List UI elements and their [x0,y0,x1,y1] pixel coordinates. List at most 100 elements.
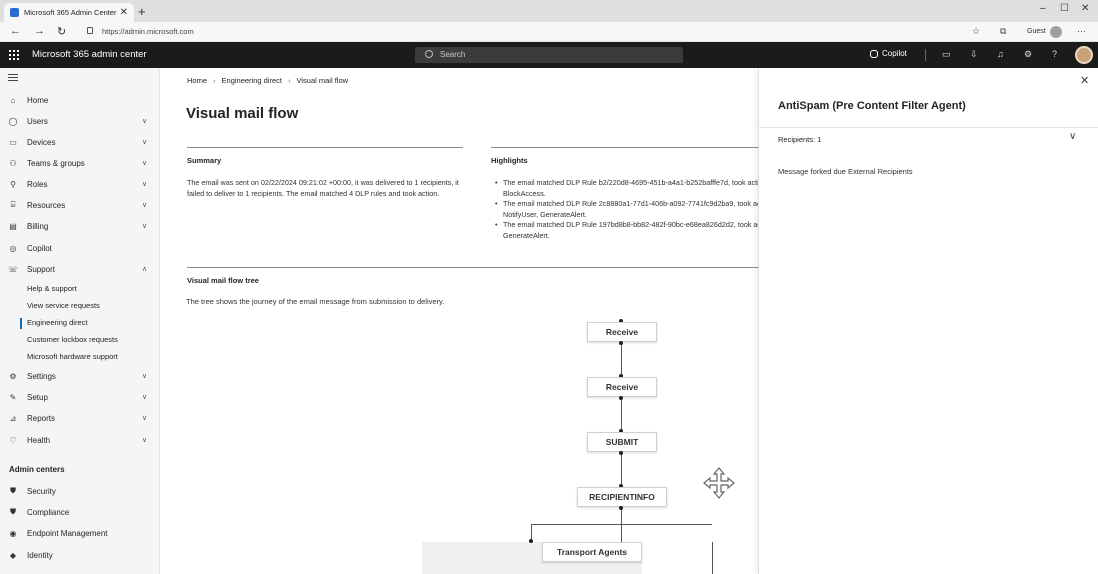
user-avatar[interactable] [1075,46,1093,64]
nav-subitem-customer-lockbox[interactable]: Customer lockbox requests [27,335,118,344]
copilot-icon [870,49,878,58]
notifications-icon[interactable]: ♫ [997,49,1004,59]
left-nav: ⌂ Home ◯ Users ∨ ▭ Devices ∨ ⚇ Teams & g… [0,68,160,574]
nav-subitem-help-support[interactable]: Help & support [27,284,77,293]
url-field[interactable]: https://admin.microsoft.com [102,27,194,36]
maximize-icon[interactable]: ☐ [1060,3,1069,14]
nav-label: Copilot [27,243,52,253]
new-tab-button[interactable]: + [138,4,146,19]
browser-tab-bar: Microsoft 365 Admin Center ✕ + – ☐ ✕ [0,0,1098,22]
chevron-down-icon: ∨ [142,202,148,209]
nav-item-reports[interactable]: ⊿ Reports ∨ [0,409,159,427]
app-title[interactable]: Microsoft 365 admin center [32,49,147,60]
tree-dot [619,451,623,455]
favorites-icon[interactable]: ☆ [972,26,980,37]
home-icon: ⌂ [10,95,16,105]
nav-item-devices[interactable]: ▭ Devices ∨ [0,133,159,151]
breadcrumb-home[interactable]: Home [187,76,207,85]
profile-avatar[interactable] [1050,26,1062,38]
refresh-icon[interactable]: ↻ [57,25,66,38]
nav-item-health[interactable]: ♡ Health ∨ [0,431,159,449]
chevron-down-icon: ∨ [142,373,148,380]
nav-item-setup[interactable]: ✎ Setup ∨ [0,388,159,406]
tree-dot [619,396,623,400]
lock-icon [87,27,93,34]
nav-label: Roles [27,179,48,189]
details-panel: ✕ AntiSpam (Pre Content Filter Agent) Re… [758,68,1098,574]
summary-text: The email was sent on 02/22/2024 09:21:0… [187,178,459,198]
nav-item-home[interactable]: ⌂ Home [0,91,159,109]
chevron-right-icon: › [287,76,291,85]
setup-icon: ✎ [9,392,17,402]
nav-label: Reports [27,413,56,423]
compliance-icon: ⛊ [10,507,16,516]
breadcrumb: Home › Engineering direct › Visual mail … [187,76,348,85]
collapse-nav-icon[interactable] [8,74,18,83]
copilot-button[interactable]: Copilot [870,49,907,58]
profile-label[interactable]: Guest [1027,28,1046,35]
teams-icon: ⚇ [9,158,17,168]
summary-heading: Summary [187,156,222,165]
nav-item-identity[interactable]: ◆ Identity [0,546,159,564]
nav-label: Settings [27,371,56,381]
nav-item-billing[interactable]: ▤ Billing ∨ [0,217,159,235]
nav-item-settings[interactable]: ⚙ Settings ∨ [0,367,159,385]
browser-tab[interactable]: Microsoft 365 Admin Center ✕ [4,3,134,22]
collections-icon[interactable]: ⧉ [1000,26,1006,37]
app-header: Microsoft 365 admin center Search Copilo… [0,42,1098,68]
nav-item-endpoint-management[interactable]: ◉ Endpoint Management [0,524,159,542]
nav-item-users[interactable]: ◯ Users ∨ [0,112,159,130]
tree-dot [619,341,623,345]
window-close-icon[interactable]: ✕ [1081,3,1089,14]
nav-item-support[interactable]: ☏ Support ∧ [0,260,159,278]
search-placeholder: Search [440,50,466,59]
nav-label: Billing [27,221,49,231]
tree-node-transport-agents[interactable]: Transport Agents [542,542,642,562]
tree-node-submit[interactable]: SUBMIT [587,432,657,452]
nav-item-copilot[interactable]: ◎ Copilot [0,239,159,257]
recipients-accordion[interactable]: Recipients: 1 [778,135,821,144]
nav-item-resources[interactable]: ⌸ Resources ∨ [0,196,159,214]
back-icon[interactable]: ← [10,25,21,37]
nav-subitem-engineering-direct[interactable]: Engineering direct [27,318,87,327]
tree-node-receive-1[interactable]: Receive [587,322,657,342]
minimize-icon[interactable]: – [1040,3,1046,14]
message-center-icon[interactable]: ▭ [942,49,951,60]
endpoint-icon: ◉ [9,528,17,538]
more-icon[interactable]: ⋯ [1077,26,1086,37]
nav-item-compliance[interactable]: ⛊ Compliance [0,503,159,521]
nav-subitem-hardware-support[interactable]: Microsoft hardware support [27,352,118,361]
nav-item-roles[interactable]: ⚲ Roles ∨ [0,175,159,193]
breadcrumb-engineering-direct[interactable]: Engineering direct [222,76,282,85]
search-input[interactable]: Search [415,47,683,63]
tree-node-receive-2[interactable]: Receive [587,377,657,397]
nav-label: Health [27,435,51,445]
highlights-list: The email matched DLP Rule b2/220d8-4695… [491,178,758,241]
nav-item-security[interactable]: ⛊ Security [0,482,159,500]
help-icon[interactable]: ? [1052,49,1057,59]
breadcrumb-current: Visual mail flow [296,76,349,85]
health-icon: ♡ [9,435,17,445]
app-launcher-icon[interactable] [9,50,19,60]
settings-icon[interactable]: ⚙ [1024,49,1032,60]
chevron-right-icon: › [213,76,216,85]
nav-label: Home [27,95,49,105]
nav-item-teams-groups[interactable]: ⚇ Teams & groups ∨ [0,154,159,172]
tab-close-icon[interactable]: ✕ [120,7,128,18]
nav-label: Users [27,116,48,126]
close-icon[interactable]: ✕ [1080,74,1089,87]
main-content: Home › Engineering direct › Visual mail … [160,68,758,574]
nav-subitem-view-service-requests[interactable]: View service requests [27,301,100,310]
tree-node-recipientinfo[interactable]: RECIPIENTINFO [577,487,667,507]
search-icon [425,50,433,58]
forward-icon[interactable]: → [34,25,45,37]
tab-title: Microsoft 365 Admin Center [24,8,117,17]
chevron-down-icon[interactable]: ∨ [1069,131,1076,142]
list-item: The email matched DLP Rule 197bd8b8-bb82… [491,220,758,241]
reports-icon: ⊿ [9,413,17,423]
chevron-down-icon: ∨ [142,437,148,444]
tree-description: The tree shows the journey of the email … [186,297,445,306]
download-icon[interactable]: ⇩ [970,49,978,60]
gear-icon: ⚙ [9,371,17,381]
admin-favicon-icon [10,8,19,17]
